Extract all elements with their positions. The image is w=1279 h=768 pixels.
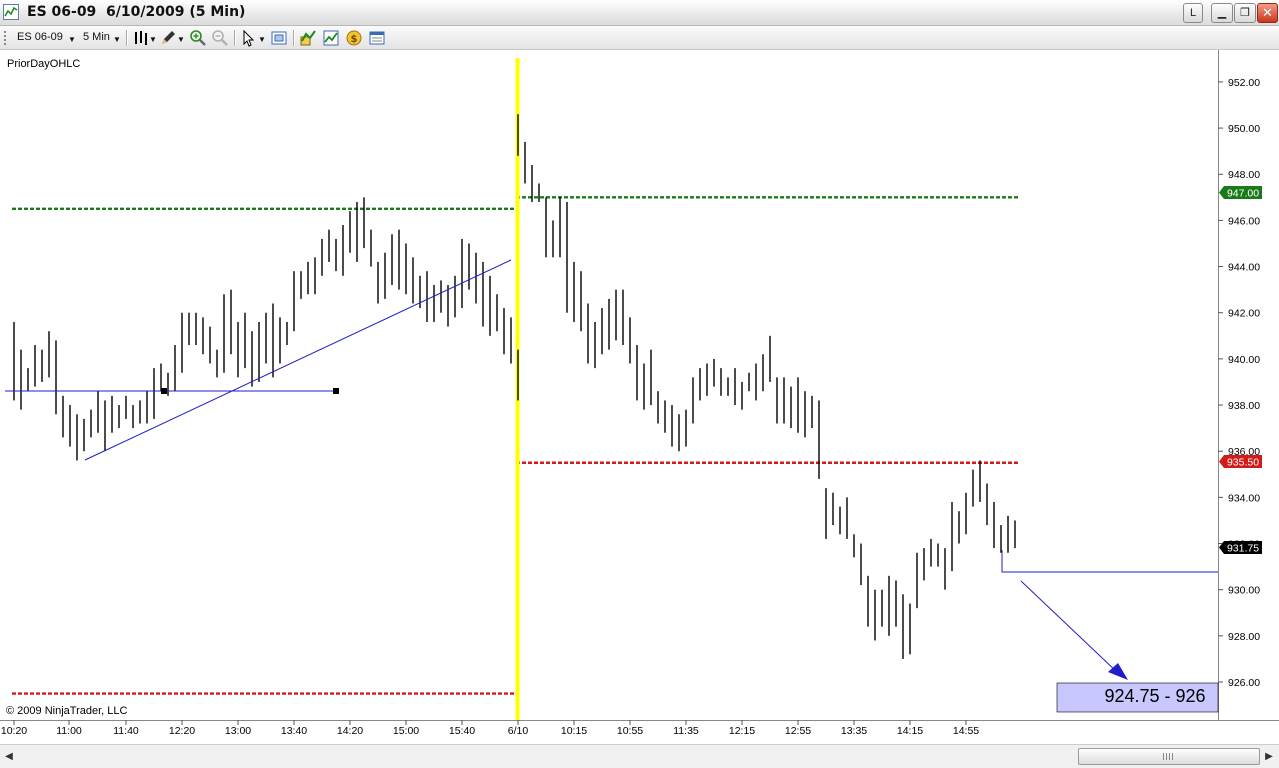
layout-button[interactable]: L — [1183, 3, 1203, 23]
time-tick-label: 13:35 — [841, 725, 867, 737]
last-price-marker: 931.75 — [1219, 541, 1262, 555]
chart-toolbar: ES 06-09 ▼ 5 Min ▼ ▼ ▼ ▼ $ — [0, 26, 1279, 50]
time-tick-label: 11:40 — [113, 725, 139, 737]
time-tick-label: 12:15 — [729, 725, 755, 737]
price-tick-label: 930.00 — [1228, 585, 1260, 597]
time-tick-label: 15:00 — [393, 725, 419, 737]
window-title: ES 06-09 6/10/2009 (5 Min) — [27, 4, 246, 20]
time-tick-label: 10:20 — [1, 725, 27, 737]
last-price-label: 931.75 — [1227, 543, 1259, 555]
bar-type-icon[interactable] — [132, 29, 150, 47]
scrollbar-thumb[interactable] — [1078, 748, 1260, 765]
cursor-icon[interactable] — [240, 29, 258, 47]
red-level-label: 935.50 — [1227, 457, 1259, 469]
price-tick-label: 934.00 — [1228, 492, 1260, 504]
currency-icon[interactable]: $ — [345, 29, 363, 47]
copyright-label: © 2009 NinjaTrader, LLC — [6, 705, 127, 717]
time-tick-label: 12:20 — [169, 725, 195, 737]
instrument-selector[interactable]: ES 06-09 — [17, 31, 63, 43]
price-tick-label: 950.00 — [1228, 123, 1260, 135]
price-tick-label: 948.00 — [1228, 169, 1260, 181]
time-tick-label: 12:55 — [785, 725, 811, 737]
time-tick-label: 6/10 — [508, 725, 529, 737]
toolbar-separator — [126, 30, 128, 46]
strategies-icon[interactable] — [322, 29, 340, 47]
draw-dropdown-icon[interactable]: ▼ — [177, 35, 185, 44]
time-tick-label: 13:00 — [225, 725, 251, 737]
anchor-handle[interactable] — [333, 388, 339, 394]
time-tick-label: 11:00 — [56, 725, 82, 737]
time-tick-label: 10:15 — [561, 725, 587, 737]
thumb-grip — [1163, 753, 1175, 760]
title-bar: ES 06-09 6/10/2009 (5 Min) L ▁ ❐ ✕ — [0, 0, 1279, 26]
toolbar-separator — [234, 30, 236, 46]
target-callout-text: 924.75 - 926 — [1104, 686, 1205, 706]
green-level-label: 947.00 — [1227, 188, 1259, 200]
toolbar-separator — [293, 30, 295, 46]
chart-background — [0, 50, 1279, 744]
price-tick-label: 926.00 — [1228, 677, 1260, 689]
chart-app-icon — [3, 4, 19, 20]
toolbar-grip[interactable] — [4, 31, 6, 45]
scroll-right-arrow-icon[interactable]: ▶ — [1262, 749, 1276, 765]
price-chart[interactable]: 926.00928.00930.00932.00934.00936.00938.… — [0, 50, 1279, 744]
maximize-button[interactable]: ❐ — [1234, 3, 1256, 23]
red-level-marker: 935.50 — [1219, 455, 1262, 469]
instrument-dropdown-icon[interactable]: ▼ — [68, 35, 76, 44]
data-box-icon[interactable] — [270, 29, 288, 47]
price-tick-label: 940.00 — [1228, 354, 1260, 366]
price-tick-label: 938.00 — [1228, 400, 1260, 412]
time-tick-label: 10:55 — [617, 725, 643, 737]
horizontal-scrollbar[interactable]: ◀ ▶ — [0, 744, 1279, 768]
indicator-label: PriorDayOHLC — [7, 58, 80, 70]
zoom-in-icon[interactable] — [189, 29, 207, 47]
price-tick-label: 928.00 — [1228, 631, 1260, 643]
properties-icon[interactable] — [368, 29, 386, 47]
time-tick-label: 13:40 — [281, 725, 307, 737]
cursor-dropdown-icon[interactable]: ▼ — [258, 35, 266, 44]
time-tick-label: 15:40 — [449, 725, 475, 737]
time-tick-label: 14:15 — [897, 725, 923, 737]
time-tick-label: 14:20 — [337, 725, 363, 737]
price-tick-label: 942.00 — [1228, 308, 1260, 320]
interval-selector[interactable]: 5 Min — [83, 31, 110, 43]
scroll-left-arrow-icon[interactable]: ◀ — [2, 749, 16, 765]
time-tick-label: 11:35 — [673, 725, 699, 737]
interval-dropdown-icon[interactable]: ▼ — [113, 35, 121, 44]
zoom-out-icon[interactable] — [211, 29, 229, 47]
anchor-handle[interactable] — [161, 388, 167, 394]
minimize-button[interactable]: ▁ — [1211, 3, 1233, 23]
time-tick-label: 14:55 — [953, 725, 979, 737]
bar-type-dropdown-icon[interactable]: ▼ — [149, 35, 157, 44]
draw-pencil-icon[interactable] — [159, 29, 177, 47]
price-tick-label: 946.00 — [1228, 215, 1260, 227]
svg-text:$: $ — [351, 34, 358, 45]
indicators-icon[interactable] — [299, 29, 317, 47]
green-level-marker: 947.00 — [1219, 186, 1262, 200]
close-button[interactable]: ✕ — [1257, 3, 1278, 23]
price-tick-label: 944.00 — [1228, 262, 1260, 274]
price-tick-label: 952.00 — [1228, 77, 1260, 89]
